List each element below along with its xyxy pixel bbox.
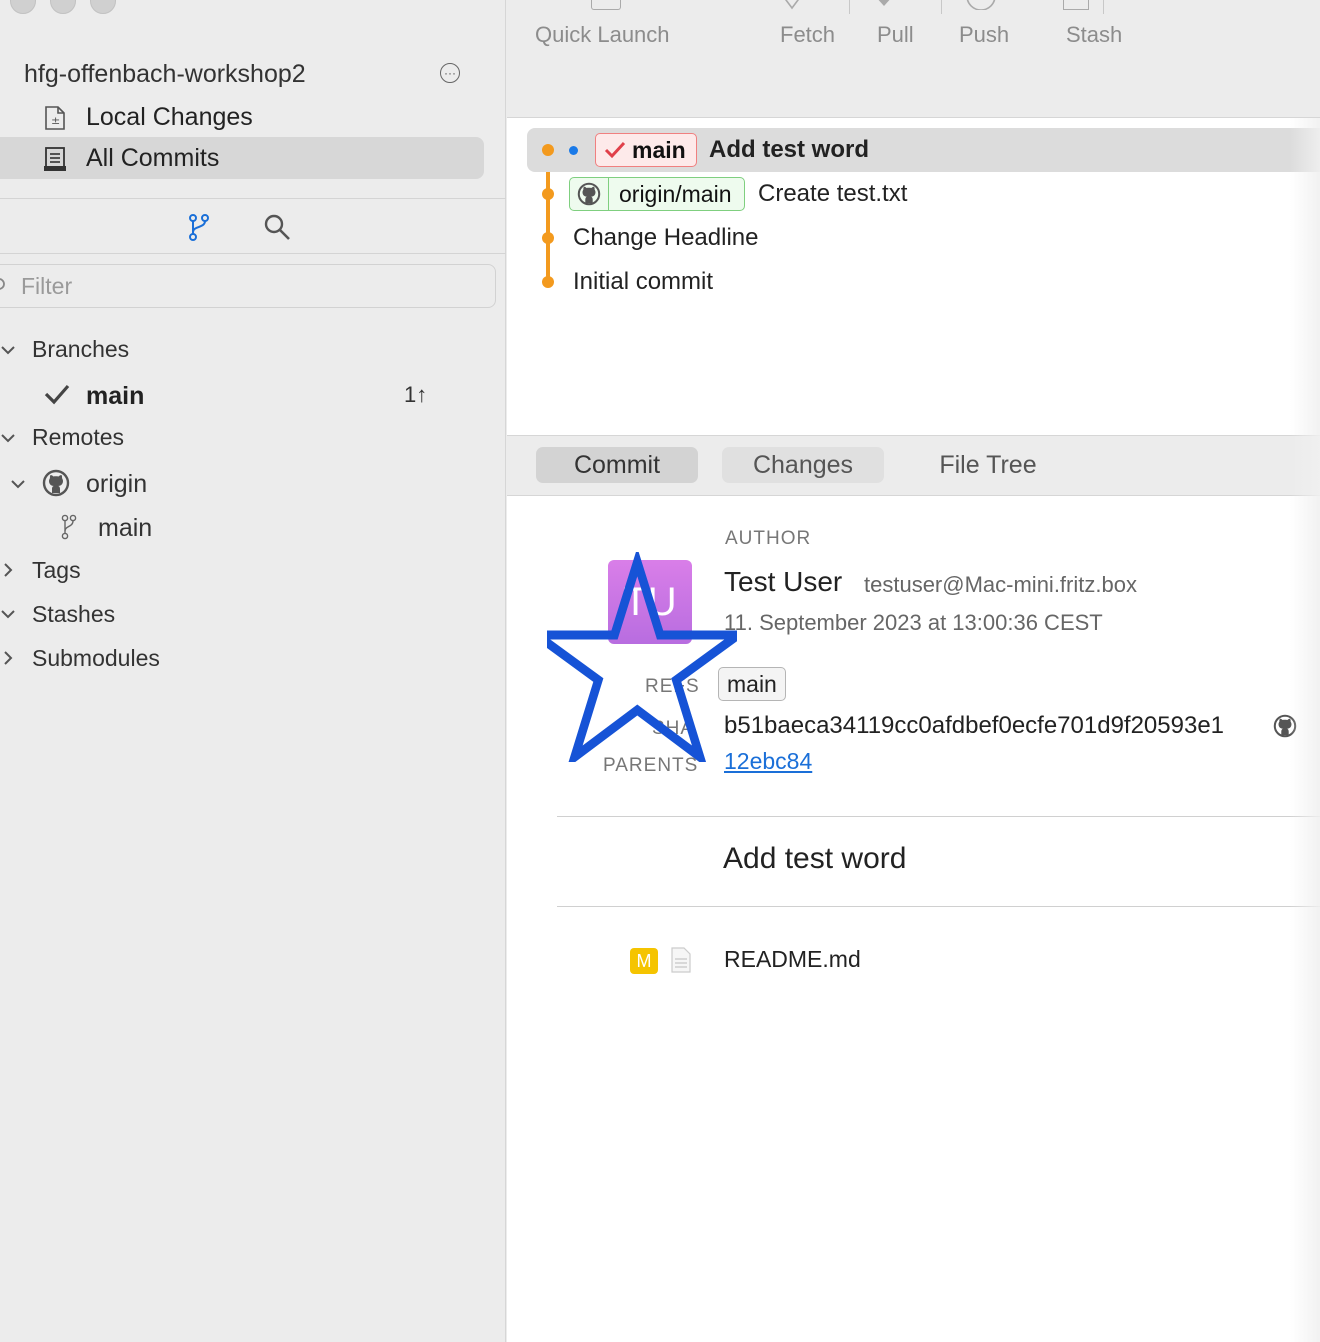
graph-node (542, 144, 554, 156)
branch-main[interactable]: main (86, 376, 144, 416)
chevron-down-icon[interactable] (0, 606, 16, 622)
nav-local-changes-label: Local Changes (86, 102, 253, 131)
svg-text:±: ± (51, 114, 60, 127)
commit-message: Initial commit (573, 268, 714, 295)
modified-badge: M (630, 948, 658, 974)
stashes-section[interactable]: Stashes (32, 594, 115, 634)
commit-message: Create test.txt (758, 180, 908, 207)
more-options-icon[interactable]: ··· (440, 63, 460, 83)
file-name: README.md (724, 946, 861, 972)
ahead-count: 1↑ (404, 382, 428, 407)
search-icon[interactable] (262, 212, 292, 242)
branch-tag-origin-main[interactable]: origin/main (569, 177, 745, 211)
commit-message-title: Add test word (723, 842, 907, 875)
divider (557, 816, 1320, 817)
nav-all-commits-label: All Commits (86, 143, 220, 172)
chevron-right-icon[interactable] (0, 650, 16, 666)
filter-search-icon (0, 278, 5, 290)
commit-date: 11. September 2023 at 13:00:36 CEST (724, 610, 1103, 635)
branch-tag-label: main (632, 136, 686, 163)
window-zoom-button[interactable] (90, 0, 116, 14)
divider (0, 253, 506, 254)
commit-row[interactable]: Initial commit (527, 260, 1320, 304)
repo-title: hfg-offenbach-workshop2 (24, 60, 306, 88)
head-indicator (569, 146, 578, 155)
fetch-button[interactable]: Fetch (780, 22, 835, 48)
commit-detail: AUTHOR TU Test User testuser@Mac-mini.fr… (507, 496, 1320, 1342)
document-icon (671, 947, 691, 973)
tab-changes[interactable]: Changes (722, 447, 884, 483)
toolbar-divider (849, 0, 850, 14)
commit-list: main Add test word origin/main Create te… (507, 118, 1320, 436)
commit-message: Change Headline (573, 224, 759, 251)
fetch-icon (785, 0, 799, 10)
stash-icon (1063, 0, 1089, 10)
main-pane: Quick Launch Fetch Pull Push Stash main … (507, 0, 1320, 1342)
pull-button[interactable]: Pull (877, 22, 914, 48)
branch-tag-main[interactable]: main (595, 133, 697, 167)
remotes-section[interactable]: Remotes (32, 417, 124, 457)
filter-input[interactable] (21, 271, 461, 301)
author-label: AUTHOR (725, 528, 812, 549)
tab-file-tree[interactable]: File Tree (907, 447, 1069, 483)
graph-node (542, 276, 554, 288)
divider (0, 198, 506, 199)
sidebar: hfg-offenbach-workshop2 ··· ± Local Chan… (0, 0, 506, 1342)
push-button[interactable]: Push (959, 22, 1009, 48)
author-name: Test User (724, 566, 843, 597)
commit-sha[interactable]: b51baeca34119cc0afdbef0ecfe701d9f20593e1 (724, 712, 1224, 740)
local-changes-icon: ± (45, 106, 65, 130)
branch-icon (61, 514, 77, 540)
divider (557, 906, 1320, 907)
graph-node (542, 188, 554, 200)
branch-tag-label: origin/main (619, 180, 732, 207)
window-close-button[interactable] (10, 0, 36, 14)
branches-section[interactable]: Branches (32, 329, 129, 369)
commit-row[interactable]: main Add test word (527, 128, 1320, 172)
all-commits-icon (44, 147, 66, 171)
chevron-right-icon[interactable] (0, 562, 16, 578)
window-shadow-edge (1290, 118, 1320, 1342)
branch-view-icon[interactable] (184, 212, 214, 242)
submodules-section[interactable]: Submodules (32, 638, 160, 678)
graph-node (542, 232, 554, 244)
star-annotation-icon (547, 552, 737, 762)
chevron-down-icon[interactable] (0, 430, 16, 446)
checkmark-icon (44, 384, 70, 405)
nav-local-changes[interactable]: ± Local Changes (0, 96, 484, 138)
file-row[interactable]: M README.md (507, 942, 1320, 978)
chevron-down-icon[interactable] (0, 342, 16, 358)
commit-row[interactable]: Change Headline (527, 216, 1320, 260)
github-icon (577, 182, 601, 206)
toolbar: Quick Launch Fetch Pull Push Stash (507, 0, 1320, 118)
stash-button[interactable]: Stash (1066, 22, 1122, 48)
commit-message: Add test word (709, 136, 869, 163)
window-minimize-button[interactable] (50, 0, 76, 14)
toolbar-divider (1103, 0, 1104, 14)
commit-row[interactable]: origin/main Create test.txt (527, 172, 1320, 216)
remote-origin[interactable]: origin (86, 464, 147, 504)
pull-icon (878, 0, 890, 6)
quick-launch-icon (591, 0, 621, 10)
quick-launch-button[interactable]: Quick Launch (535, 22, 670, 48)
tags-section[interactable]: Tags (32, 550, 81, 590)
tab-commit[interactable]: Commit (536, 447, 698, 483)
toolbar-divider (941, 0, 942, 14)
nav-all-commits[interactable]: All Commits (0, 137, 484, 179)
checkmark-icon (604, 141, 626, 159)
parent-commit-link[interactable]: 12ebc84 (724, 748, 812, 775)
remote-branch-main[interactable]: main (98, 508, 152, 548)
github-icon (42, 469, 70, 497)
detail-tabs: Commit Changes File Tree (507, 436, 1320, 496)
push-icon (966, 0, 996, 10)
author-email: testuser@Mac-mini.fritz.box (864, 572, 1137, 597)
chevron-down-icon[interactable] (10, 476, 26, 492)
filter-field[interactable] (0, 264, 496, 308)
